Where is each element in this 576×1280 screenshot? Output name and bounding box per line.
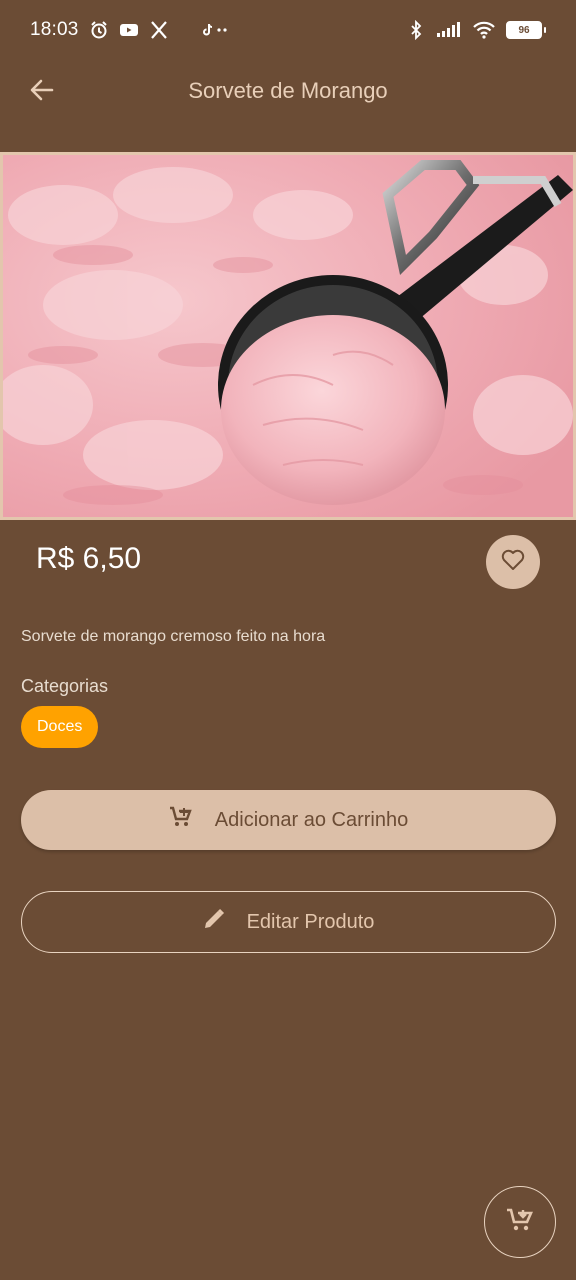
heart-outline-icon: [500, 548, 526, 577]
product-price: R$ 6,50: [36, 542, 142, 575]
categories-label: Categorias: [21, 676, 109, 696]
tiktok-icon: [201, 20, 231, 40]
category-chip[interactable]: Doces: [21, 706, 99, 748]
product-image: [0, 152, 576, 520]
signal-icon: [436, 20, 462, 40]
youtube-icon: [119, 20, 139, 40]
favorite-button[interactable]: [486, 535, 540, 589]
battery-level: 96: [506, 21, 542, 39]
edit-product-button[interactable]: Editar Produto: [21, 891, 556, 953]
pencil-icon: [203, 908, 225, 936]
add-to-cart-label: Adicionar ao Carrinho: [214, 808, 409, 831]
alarm-icon: [89, 20, 109, 40]
battery-indicator: 96: [506, 21, 546, 39]
status-bar: 18:03 96: [0, 0, 576, 60]
status-time: 18:03: [30, 19, 79, 40]
cart-download-icon: [506, 1207, 534, 1238]
edit-product-label: Editar Produto: [246, 910, 375, 933]
add-to-cart-button[interactable]: Adicionar ao Carrinho: [21, 790, 556, 850]
wifi-icon: [472, 20, 496, 40]
status-right: 96: [406, 20, 546, 40]
battery-tip: [544, 27, 546, 33]
app-bar: Sorvete de Morango: [0, 60, 576, 124]
product-description: Sorvete de morango cremoso feito na hora: [21, 628, 326, 645]
cart-plus-icon: [169, 806, 193, 834]
cart-fab[interactable]: [484, 1186, 556, 1258]
page-title: Sorvete de Morango: [188, 78, 388, 103]
bluetooth-icon: [406, 20, 426, 40]
status-left: 18:03: [30, 19, 231, 41]
x-logo-icon: [149, 20, 169, 40]
